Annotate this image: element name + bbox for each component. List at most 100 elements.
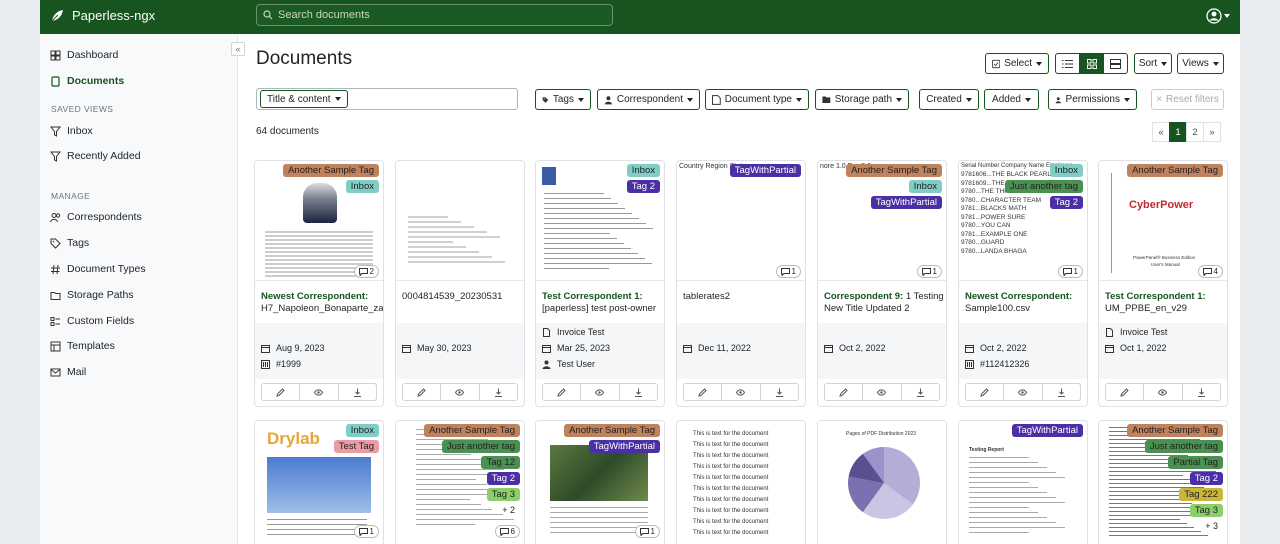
document-thumbnail[interactable]: This is text for the document This is tex… (677, 421, 805, 544)
tag-badge[interactable]: Another Sample Tag (424, 424, 520, 437)
document-card[interactable]: Drylab Inbox Test Tag 1 (254, 420, 384, 544)
edit-button[interactable] (262, 384, 301, 400)
document-card[interactable]: This is text for the document This is tex… (676, 420, 806, 544)
correspondent-filter-button[interactable]: Correspondent (597, 89, 700, 110)
sidebar-item-correspondents[interactable]: Correspondents (50, 209, 142, 225)
sidebar-item-mail[interactable]: Mail (50, 364, 86, 380)
sidebar-item-tags[interactable]: Tags (50, 235, 89, 251)
tag-badge[interactable]: Tag 2 (626, 180, 660, 193)
download-button[interactable] (902, 384, 939, 400)
download-button[interactable] (1043, 384, 1080, 400)
download-button[interactable] (1183, 384, 1220, 400)
document-card[interactable]: nore 1.0 Fax 5.0Another Sample TagInboxT… (817, 160, 947, 407)
correspondent-link[interactable]: Newest Correspondent (261, 291, 365, 302)
download-button[interactable] (480, 384, 517, 400)
tag-badge[interactable]: TagWithPartial (1011, 424, 1083, 437)
document-card[interactable]: Inbox Tag 2 Test Correspondent 1: [paperle… (535, 160, 665, 407)
tags-filter-button[interactable]: Tags (535, 89, 591, 110)
notes-badge[interactable]: 2 (353, 265, 379, 278)
document-thumbnail[interactable]: CyberPower PowerPanel® Business Edition Us… (1099, 161, 1227, 281)
sidebar-item-custom-fields[interactable]: Custom Fields (50, 313, 134, 329)
more-tags-badge[interactable]: + 2 (497, 504, 520, 517)
document-type-filter-button[interactable]: Document type (705, 89, 809, 110)
tag-badge[interactable]: Tag 3 (1189, 504, 1223, 517)
brand[interactable]: Paperless-ngx (50, 8, 155, 23)
download-button[interactable] (620, 384, 657, 400)
edit-button[interactable] (825, 384, 864, 400)
title-content-dropdown[interactable]: Title & content (260, 90, 348, 108)
tag-badge[interactable]: Another Sample Tag (1127, 424, 1223, 437)
edit-button[interactable] (403, 384, 442, 400)
edit-button[interactable] (1106, 384, 1145, 400)
notes-badge[interactable]: 4 (1197, 265, 1223, 278)
sort-button[interactable]: Sort (1134, 53, 1172, 74)
notes-badge[interactable]: 1 (775, 265, 801, 278)
notes-badge[interactable]: 1 (916, 265, 942, 278)
edit-button[interactable] (684, 384, 723, 400)
notes-badge[interactable]: 1 (353, 525, 379, 538)
notes-badge[interactable]: 1 (634, 525, 660, 538)
document-thumbnail[interactable]: Testing Report (959, 421, 1087, 544)
prev-page-button[interactable]: « (1152, 122, 1170, 142)
edit-button[interactable] (966, 384, 1005, 400)
preview-button[interactable] (300, 384, 339, 400)
document-thumbnail[interactable] (396, 161, 524, 281)
correspondent-link[interactable]: Test Correspondent 1 (542, 291, 639, 302)
sidebar-item-storage-paths[interactable]: Storage Paths (50, 287, 134, 303)
correspondent-link[interactable]: Test Correspondent 1 (1105, 291, 1202, 302)
tag-badge[interactable]: TagWithPartial (588, 440, 660, 453)
created-filter-button[interactable]: Created (919, 89, 979, 110)
tag-badge[interactable]: Tag 2 (1189, 472, 1223, 485)
tag-badge[interactable]: Tag 222 (1179, 488, 1223, 501)
notes-badge[interactable]: 6 (494, 525, 520, 538)
tag-badge[interactable]: Another Sample Tag (283, 164, 379, 177)
sidebar-item-inbox[interactable]: Inbox (50, 123, 93, 139)
preview-button[interactable] (441, 384, 480, 400)
tag-badge[interactable]: Inbox (1049, 164, 1083, 177)
tag-badge[interactable]: Another Sample Tag (564, 424, 660, 437)
document-card[interactable]: 0004814539_20230531 May 30, 2023 (395, 160, 525, 407)
document-card[interactable]: Another Sample Tag TagWithPartial 1 (535, 420, 665, 544)
tag-badge[interactable]: Inbox (908, 180, 942, 193)
document-card[interactable]: Another Sample Tag Just another tag Partia… (1098, 420, 1228, 544)
tag-badge[interactable]: Just another tag (1004, 180, 1083, 193)
tag-badge[interactable]: Inbox (345, 424, 379, 437)
tag-badge[interactable]: Tag 3 (486, 488, 520, 501)
tag-badge[interactable]: Another Sample Tag (846, 164, 942, 177)
tag-badge[interactable]: Just another tag (441, 440, 520, 453)
download-button[interactable] (761, 384, 798, 400)
document-card[interactable]: Another Sample Tag Just another tag Tag 12… (395, 420, 525, 544)
sidebar-item-document-types[interactable]: Document Types (50, 261, 146, 277)
sidebar-item-recently-added[interactable]: Recently Added (50, 148, 141, 164)
tag-badge[interactable]: Test Tag (333, 440, 379, 453)
reset-filters-button[interactable]: × Reset filters (1151, 89, 1224, 110)
preview-button[interactable] (722, 384, 761, 400)
added-filter-button[interactable]: Added (984, 89, 1039, 110)
view-table-button[interactable] (1055, 53, 1080, 74)
document-card[interactable]: Country Region State TagWithPartial 1 table… (676, 160, 806, 407)
document-card[interactable]: Pages of PDF Distribution 2023 (817, 420, 947, 544)
storage-path-filter-button[interactable]: Storage path (815, 89, 909, 110)
sidebar-item-templates[interactable]: Templates (50, 338, 115, 354)
view-large-cards-button[interactable] (1103, 53, 1128, 74)
preview-button[interactable] (863, 384, 902, 400)
search-input[interactable] (278, 9, 598, 21)
views-button[interactable]: Views (1177, 53, 1224, 74)
document-card[interactable]: CyberPower PowerPanel® Business Edition Us… (1098, 160, 1228, 407)
next-page-button[interactable]: » (1203, 122, 1221, 142)
tag-badge[interactable]: Inbox (345, 180, 379, 193)
notes-badge[interactable]: 1 (1057, 265, 1083, 278)
tag-badge[interactable]: Another Sample Tag (1127, 164, 1223, 177)
edit-button[interactable] (543, 384, 582, 400)
preview-button[interactable] (581, 384, 620, 400)
document-card[interactable]: Testing Report TagWithPartial (958, 420, 1088, 544)
more-tags-badge[interactable]: + 3 (1200, 520, 1223, 533)
document-thumbnail[interactable]: Pages of PDF Distribution 2023 (818, 421, 946, 544)
preview-button[interactable] (1004, 384, 1043, 400)
page-1-button[interactable]: 1 (1169, 122, 1187, 142)
document-thumbnail[interactable]: Country Region State (677, 161, 805, 281)
tag-badge[interactable]: Tag 2 (1049, 196, 1083, 209)
tag-badge[interactable]: TagWithPartial (870, 196, 942, 209)
correspondent-link[interactable]: Newest Correspondent (965, 291, 1069, 302)
tag-badge[interactable]: Tag 2 (486, 472, 520, 485)
